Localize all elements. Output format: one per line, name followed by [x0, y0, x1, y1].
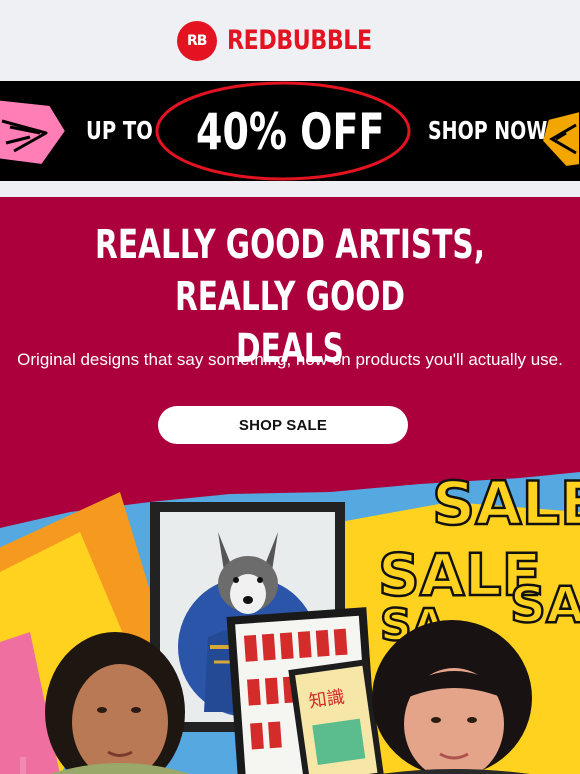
spacer [0, 181, 580, 197]
sale-scribble-3: SA [510, 576, 580, 634]
hero-subtext: Original designs that say something, now… [17, 350, 563, 369]
brand-name: REDBUBBLE [226, 25, 372, 56]
email-header: RB REDBUBBLE [0, 0, 580, 81]
redbubble-logo[interactable]: RB REDBUBBLE [176, 20, 403, 61]
shop-now-link[interactable]: SHOP NOW [428, 116, 547, 145]
hero-section: REALLY GOOD ARTISTS, REALLY GOOD DEALS O… [0, 197, 580, 774]
promo-banner[interactable]: UP TO 40% OFF SHOP NOW [0, 81, 580, 181]
promo-offer: 40% OFF [196, 103, 385, 161]
sale-scribble-1: SALE [432, 472, 580, 539]
redbubble-logo-icon: RB [176, 20, 217, 61]
shop-sale-button[interactable]: SHOP SALE [158, 406, 408, 444]
person-right-photo [372, 620, 532, 774]
kanji-poster: 知識 [288, 658, 385, 774]
hero-headline-line1: REALLY GOOD ARTISTS, REALLY GOOD [95, 222, 485, 320]
arrow-sticker-left-icon [0, 98, 68, 167]
arrow-sticker-right-icon [540, 109, 580, 169]
promo-prefix: UP TO [86, 116, 153, 145]
hero-illustration: SALE SALE SA SA [0, 472, 580, 774]
